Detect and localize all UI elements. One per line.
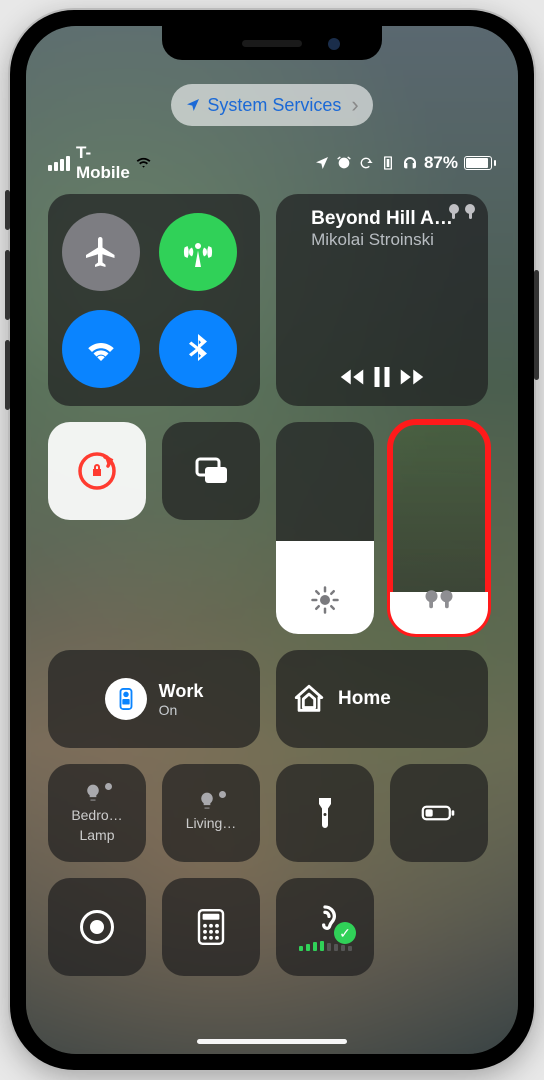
rewind-button[interactable] (337, 362, 367, 392)
battery-icon (464, 156, 496, 170)
mute-switch (5, 190, 10, 230)
volume-up-button (5, 250, 10, 320)
lamp-label: Living… (170, 815, 252, 831)
track-title: Beyond Hill A… (311, 208, 453, 230)
home-tile[interactable]: Home (276, 650, 488, 748)
bluetooth-icon (180, 331, 216, 367)
control-center-grid: Beyond Hill A… Mikolai Stroinski (48, 194, 496, 976)
alarm-icon (336, 155, 352, 171)
bulb-icon (197, 791, 217, 811)
brightness-slider[interactable] (276, 422, 374, 634)
connectivity-tile[interactable] (48, 194, 260, 406)
wifi-toggle[interactable] (62, 310, 140, 388)
low-power-mode-button[interactable] (390, 764, 488, 862)
focus-state: On (159, 702, 204, 718)
signal-bars-icon (48, 156, 70, 171)
pause-button[interactable] (367, 362, 397, 392)
return-to-app-pill[interactable]: System Services › (171, 84, 372, 126)
home-icon (292, 682, 326, 716)
location-arrow-icon (314, 155, 330, 171)
battery-low-icon (421, 795, 457, 831)
wifi-icon (136, 155, 151, 170)
check-icon: ✓ (334, 922, 356, 944)
airplane-mode-toggle[interactable] (62, 213, 140, 291)
orientation-lock-toggle[interactable] (48, 422, 146, 520)
orientation-lock-icon (75, 449, 119, 493)
notch (162, 26, 382, 60)
lamp-tile-bedroom[interactable]: Bedro… Lamp (48, 764, 146, 862)
hearing-button[interactable]: ✓ (276, 878, 374, 976)
calculator-icon (193, 909, 229, 945)
screen-record-button[interactable] (48, 878, 146, 976)
sync-icon (358, 155, 374, 171)
focus-tile[interactable]: Work On (48, 650, 260, 748)
airpods-icon (448, 204, 476, 220)
sun-icon (310, 585, 340, 620)
calculator-button[interactable] (162, 878, 260, 976)
volume-down-button (5, 340, 10, 410)
bluetooth-battery-icon (380, 155, 396, 171)
location-arrow-icon (185, 97, 201, 113)
bluetooth-toggle[interactable] (159, 310, 237, 388)
home-indicator[interactable] (197, 1039, 347, 1044)
record-icon (80, 910, 114, 944)
bulb-icon (83, 783, 103, 803)
lamp-sub: Lamp (56, 827, 138, 843)
airplane-icon (83, 234, 119, 270)
status-bar: T-Mobile 87% (48, 152, 496, 174)
chevron-right-icon: › (351, 92, 358, 118)
headphones-icon (402, 155, 418, 171)
now-playing-tile[interactable]: Beyond Hill A… Mikolai Stroinski (276, 194, 488, 406)
antenna-icon (180, 234, 216, 270)
flashlight-icon (307, 795, 343, 831)
track-artist: Mikolai Stroinski (311, 230, 453, 250)
lamp-label: Bedro… (56, 807, 138, 823)
power-button (534, 270, 539, 380)
phone-frame: System Services › T-Mobile 87% (10, 10, 534, 1070)
flashlight-button[interactable] (276, 764, 374, 862)
lamp-tile-living[interactable]: Living… (162, 764, 260, 862)
airpods-icon (424, 585, 454, 620)
home-label: Home (338, 688, 391, 710)
carrier-label: T-Mobile (76, 143, 130, 183)
screen: System Services › T-Mobile 87% (26, 26, 518, 1054)
focus-title: Work (159, 681, 204, 702)
volume-slider[interactable] (390, 422, 488, 634)
screen-mirroring-icon (189, 449, 233, 493)
cellular-data-toggle[interactable] (159, 213, 237, 291)
battery-percent: 87% (424, 153, 458, 173)
screen-mirroring-button[interactable] (162, 422, 260, 520)
wifi-icon (83, 331, 119, 367)
forward-button[interactable] (397, 362, 427, 392)
pill-label: System Services (207, 95, 341, 116)
focus-badge-icon (105, 678, 147, 720)
